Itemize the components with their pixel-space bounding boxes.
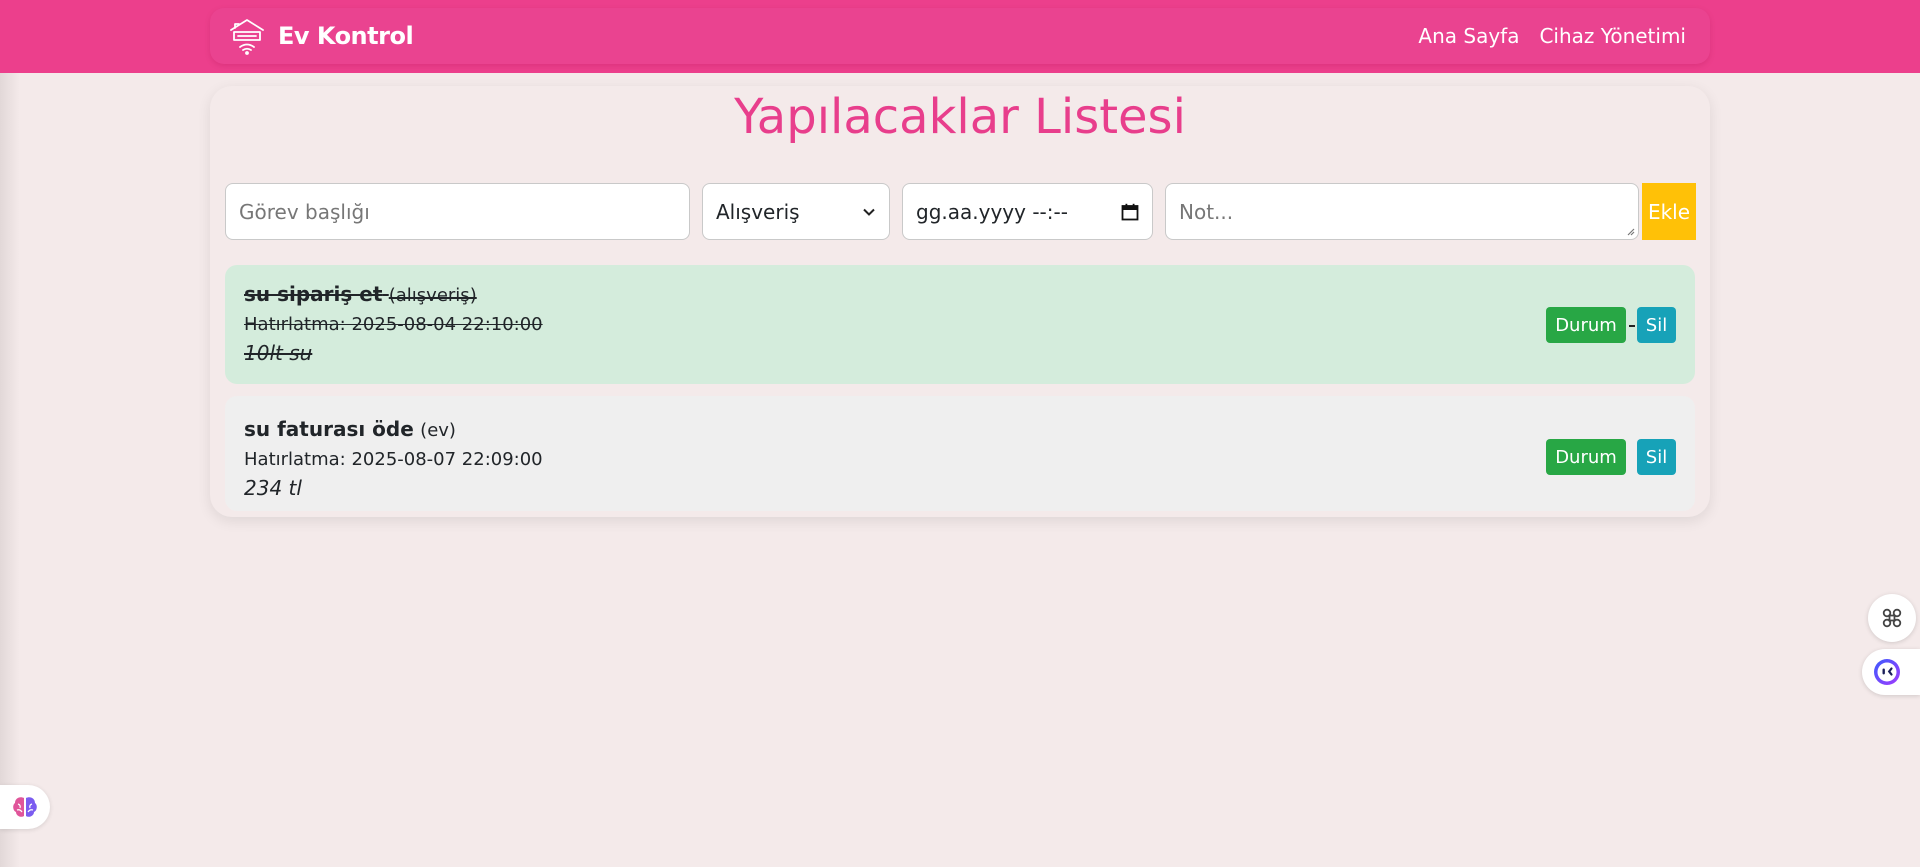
task-status-button[interactable]: Durum bbox=[1546, 307, 1626, 343]
brand-name: Ev Kontrol bbox=[278, 22, 414, 50]
task-item: su sipariş et (alışveriş) Hatırlatma: 20… bbox=[225, 265, 1695, 384]
task-name: su faturası öde bbox=[244, 417, 414, 441]
navbar-container: Ev Kontrol Ana Sayfa Cihaz Yönetimi bbox=[210, 8, 1710, 64]
task-item: su faturası öde (ev) Hatırlatma: 2025-08… bbox=[225, 396, 1695, 511]
page-title: Yapılacaklar Listesi bbox=[734, 89, 1186, 145]
task-delete-button[interactable]: Sil bbox=[1637, 439, 1676, 475]
task-title-row: su sipariş et (alışveriş) bbox=[244, 282, 477, 306]
task-reminder: Hatırlatma: 2025-08-04 22:10:00 bbox=[244, 314, 543, 335]
resize-grip-icon[interactable] bbox=[1625, 226, 1635, 236]
add-task-button[interactable]: Ekle bbox=[1642, 183, 1696, 240]
nav-link-device-management[interactable]: Cihaz Yönetimi bbox=[1539, 24, 1686, 48]
calendar-icon[interactable] bbox=[1121, 203, 1139, 221]
task-note: 10lt su bbox=[244, 341, 313, 365]
nav-link-home[interactable]: Ana Sayfa bbox=[1418, 24, 1519, 48]
bot-face-icon bbox=[1874, 659, 1900, 685]
nav-links: Ana Sayfa Cihaz Yönetimi bbox=[1418, 8, 1686, 64]
page-edge-shadow bbox=[0, 0, 20, 867]
task-category: (alışveriş) bbox=[388, 285, 477, 306]
datetime-placeholder: gg.aa.yyyy --:-- bbox=[916, 199, 1068, 224]
floating-assistant-widget[interactable] bbox=[1862, 649, 1920, 695]
category-select[interactable]: Alışveriş bbox=[702, 183, 890, 240]
task-status-button[interactable]: Durum bbox=[1546, 439, 1626, 475]
floating-brain-widget[interactable] bbox=[0, 785, 50, 829]
todo-card: Yapılacaklar Listesi Görev başlığı Alışv… bbox=[210, 86, 1710, 517]
house-wifi-icon bbox=[230, 19, 264, 55]
task-title-placeholder: Görev başlığı bbox=[239, 199, 370, 224]
task-delete-button[interactable]: Sil bbox=[1637, 307, 1676, 343]
chevron-down-icon bbox=[863, 208, 875, 216]
note-textarea[interactable]: Not... bbox=[1165, 183, 1639, 240]
brain-icon bbox=[13, 797, 37, 817]
task-category: (ev) bbox=[420, 420, 456, 441]
task-note: 234 tl bbox=[244, 476, 302, 500]
task-title-input[interactable]: Görev başlığı bbox=[225, 183, 690, 240]
floating-command-widget[interactable] bbox=[1868, 594, 1916, 642]
category-selected-value: Alışveriş bbox=[716, 199, 800, 224]
command-icon bbox=[1882, 608, 1902, 628]
task-reminder: Hatırlatma: 2025-08-07 22:09:00 bbox=[244, 449, 543, 470]
brand-link[interactable]: Ev Kontrol bbox=[228, 16, 414, 56]
navbar: Ev Kontrol Ana Sayfa Cihaz Yönetimi bbox=[0, 0, 1920, 73]
reminder-datetime-input[interactable]: gg.aa.yyyy --:-- bbox=[902, 183, 1153, 240]
task-title-row: su faturası öde (ev) bbox=[244, 417, 456, 441]
separator-dash bbox=[1629, 325, 1635, 327]
task-name: su sipariş et bbox=[244, 282, 383, 306]
note-placeholder: Not... bbox=[1179, 199, 1234, 224]
